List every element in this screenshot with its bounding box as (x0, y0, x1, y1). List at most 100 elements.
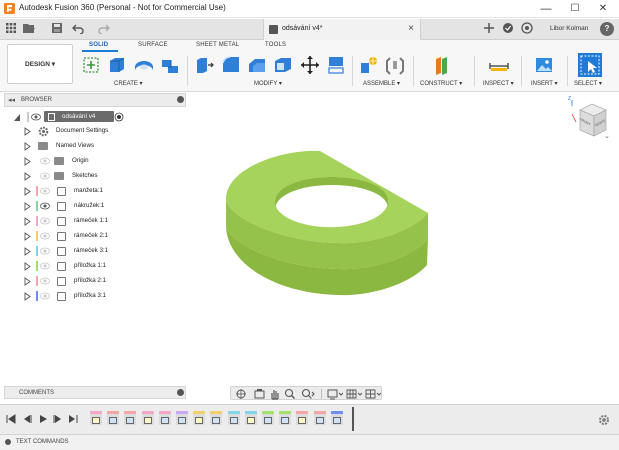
timeline-feature[interactable] (244, 411, 257, 425)
sweep-icon[interactable] (160, 55, 180, 75)
browser-item[interactable]: Document Settings (0, 124, 190, 139)
expand-triangle-icon[interactable] (24, 142, 31, 151)
timeline-feature[interactable] (193, 411, 206, 425)
timeline-feature[interactable] (279, 411, 292, 425)
timeline-settings-gear-icon[interactable] (598, 414, 610, 426)
expand-triangle-icon[interactable] (24, 217, 31, 226)
insert-menu[interactable]: INSERT ▾ (531, 80, 557, 87)
offset-plane-icon[interactable] (433, 55, 453, 75)
align-icon[interactable] (326, 55, 346, 75)
pan-icon[interactable] (269, 388, 280, 400)
timeline-feature[interactable] (124, 411, 137, 425)
timeline-feature[interactable] (158, 411, 171, 425)
create-menu[interactable]: CREATE ▾ (114, 80, 143, 87)
chamfer-icon[interactable] (247, 55, 267, 75)
visibility-eye-icon[interactable] (40, 277, 50, 285)
measure-icon[interactable] (488, 55, 509, 75)
visibility-eye-icon[interactable] (40, 202, 50, 210)
browser-item[interactable]: Named Views (0, 139, 190, 154)
assemble-menu[interactable]: ASSEMBLE ▾ (363, 80, 400, 87)
close-button[interactable]: ✕ (590, 0, 616, 18)
expand-triangle-icon[interactable] (24, 292, 31, 301)
timeline-feature[interactable] (90, 411, 102, 425)
visibility-eye-icon[interactable] (40, 217, 50, 225)
visibility-eye-icon[interactable] (40, 292, 50, 300)
tab-solid[interactable]: SOLID (89, 42, 108, 48)
new-joint-icon[interactable] (359, 55, 379, 75)
tab-sheet-metal[interactable]: SHEET METAL (196, 42, 239, 48)
model-body[interactable] (220, 147, 440, 297)
expand-triangle-icon[interactable] (24, 262, 31, 271)
timeline-end-icon[interactable] (68, 414, 78, 424)
viewcube-menu-icon[interactable]: ⌄ (604, 132, 610, 140)
visibility-eye-icon[interactable] (31, 113, 41, 121)
collapse-panel-icon[interactable]: ◂◂ (8, 96, 15, 104)
timeline-marker[interactable] (352, 407, 354, 431)
browser-panel-header[interactable]: ◂◂ BROWSER (4, 93, 186, 107)
job-status-icon[interactable] (501, 22, 515, 36)
redo-icon[interactable] (96, 22, 110, 36)
browser-item[interactable]: nákružek:1 (0, 199, 190, 214)
timeline-feature[interactable] (313, 411, 326, 425)
pin-icon[interactable] (177, 96, 184, 103)
browser-item[interactable]: příložka 1:1 (0, 259, 190, 274)
browser-item[interactable]: Origin (0, 154, 190, 169)
maximize-button[interactable]: ☐ (562, 0, 588, 18)
timeline-feature[interactable] (296, 411, 309, 425)
timeline-feature[interactable] (210, 411, 223, 425)
fillet-icon[interactable] (221, 55, 241, 75)
browser-item[interactable]: Sketches (0, 169, 190, 184)
construct-menu[interactable]: CONSTRUCT ▾ (420, 80, 462, 87)
timeline-start-icon[interactable] (6, 414, 16, 424)
extrude-icon[interactable] (107, 55, 127, 75)
document-tab[interactable]: odsávání v4* × (263, 19, 421, 40)
inspect-menu[interactable]: INSPECT ▾ (483, 80, 514, 87)
visibility-eye-icon[interactable] (40, 187, 50, 195)
close-tab-icon[interactable]: × (408, 23, 414, 34)
timeline-feature[interactable] (330, 411, 343, 425)
notifications-icon[interactable] (520, 22, 534, 36)
display-settings-icon[interactable] (327, 388, 343, 400)
insert-image-icon[interactable] (534, 55, 554, 75)
text-commands-bar[interactable]: TEXT COMMANDS (0, 434, 619, 450)
browser-item[interactable]: rámeček 1:1 (0, 214, 190, 229)
browser-item[interactable]: rámeček 2:1 (0, 229, 190, 244)
timeline-feature[interactable] (262, 411, 274, 425)
timeline-play-icon[interactable] (38, 414, 48, 424)
grid-settings-icon[interactable] (346, 388, 362, 400)
browser-item[interactable]: příložka 2:1 (0, 274, 190, 289)
tab-surface[interactable]: SURFACE (138, 42, 168, 48)
browser-item[interactable]: příložka 3:1 (0, 289, 190, 304)
expand-triangle-icon[interactable] (24, 157, 31, 166)
new-component-icon[interactable] (81, 55, 101, 75)
revolve-icon[interactable] (133, 55, 153, 75)
timeline-feature[interactable] (107, 411, 120, 425)
visibility-eye-icon[interactable] (40, 247, 50, 255)
help-icon[interactable]: ? (600, 22, 614, 36)
visibility-eye-icon[interactable] (40, 157, 50, 165)
visibility-eye-icon[interactable] (40, 232, 50, 240)
expand-triangle-icon[interactable] (24, 232, 31, 241)
browser-item[interactable]: rámeček 3:1 (0, 244, 190, 259)
visibility-eye-icon[interactable] (40, 172, 50, 180)
expand-triangle-icon[interactable] (24, 247, 31, 256)
undo-icon[interactable] (72, 22, 86, 36)
expanded-triangle-icon[interactable] (13, 112, 21, 122)
user-name[interactable]: Libor Kolman (550, 25, 588, 32)
tab-tools[interactable]: TOOLS (265, 42, 286, 48)
timeline-step-forward-icon[interactable] (53, 414, 63, 424)
activate-radio-icon[interactable] (114, 112, 124, 122)
visibility-eye-icon[interactable] (40, 262, 50, 270)
add-comment-icon[interactable] (177, 389, 184, 396)
expand-triangle-icon[interactable] (24, 277, 31, 286)
file-menu-icon[interactable] (22, 22, 36, 36)
select-menu[interactable]: SELECT ▾ (574, 80, 602, 87)
timeline-feature[interactable] (141, 411, 154, 425)
timeline-feature[interactable] (176, 411, 188, 425)
orbit-icon[interactable] (235, 388, 247, 400)
select-icon[interactable] (578, 53, 602, 77)
timeline-feature[interactable] (227, 411, 240, 425)
save-icon[interactable] (50, 22, 64, 36)
browser-item[interactable]: manžeta:1 (0, 184, 190, 199)
text-commands-toggle-icon[interactable] (5, 439, 11, 445)
